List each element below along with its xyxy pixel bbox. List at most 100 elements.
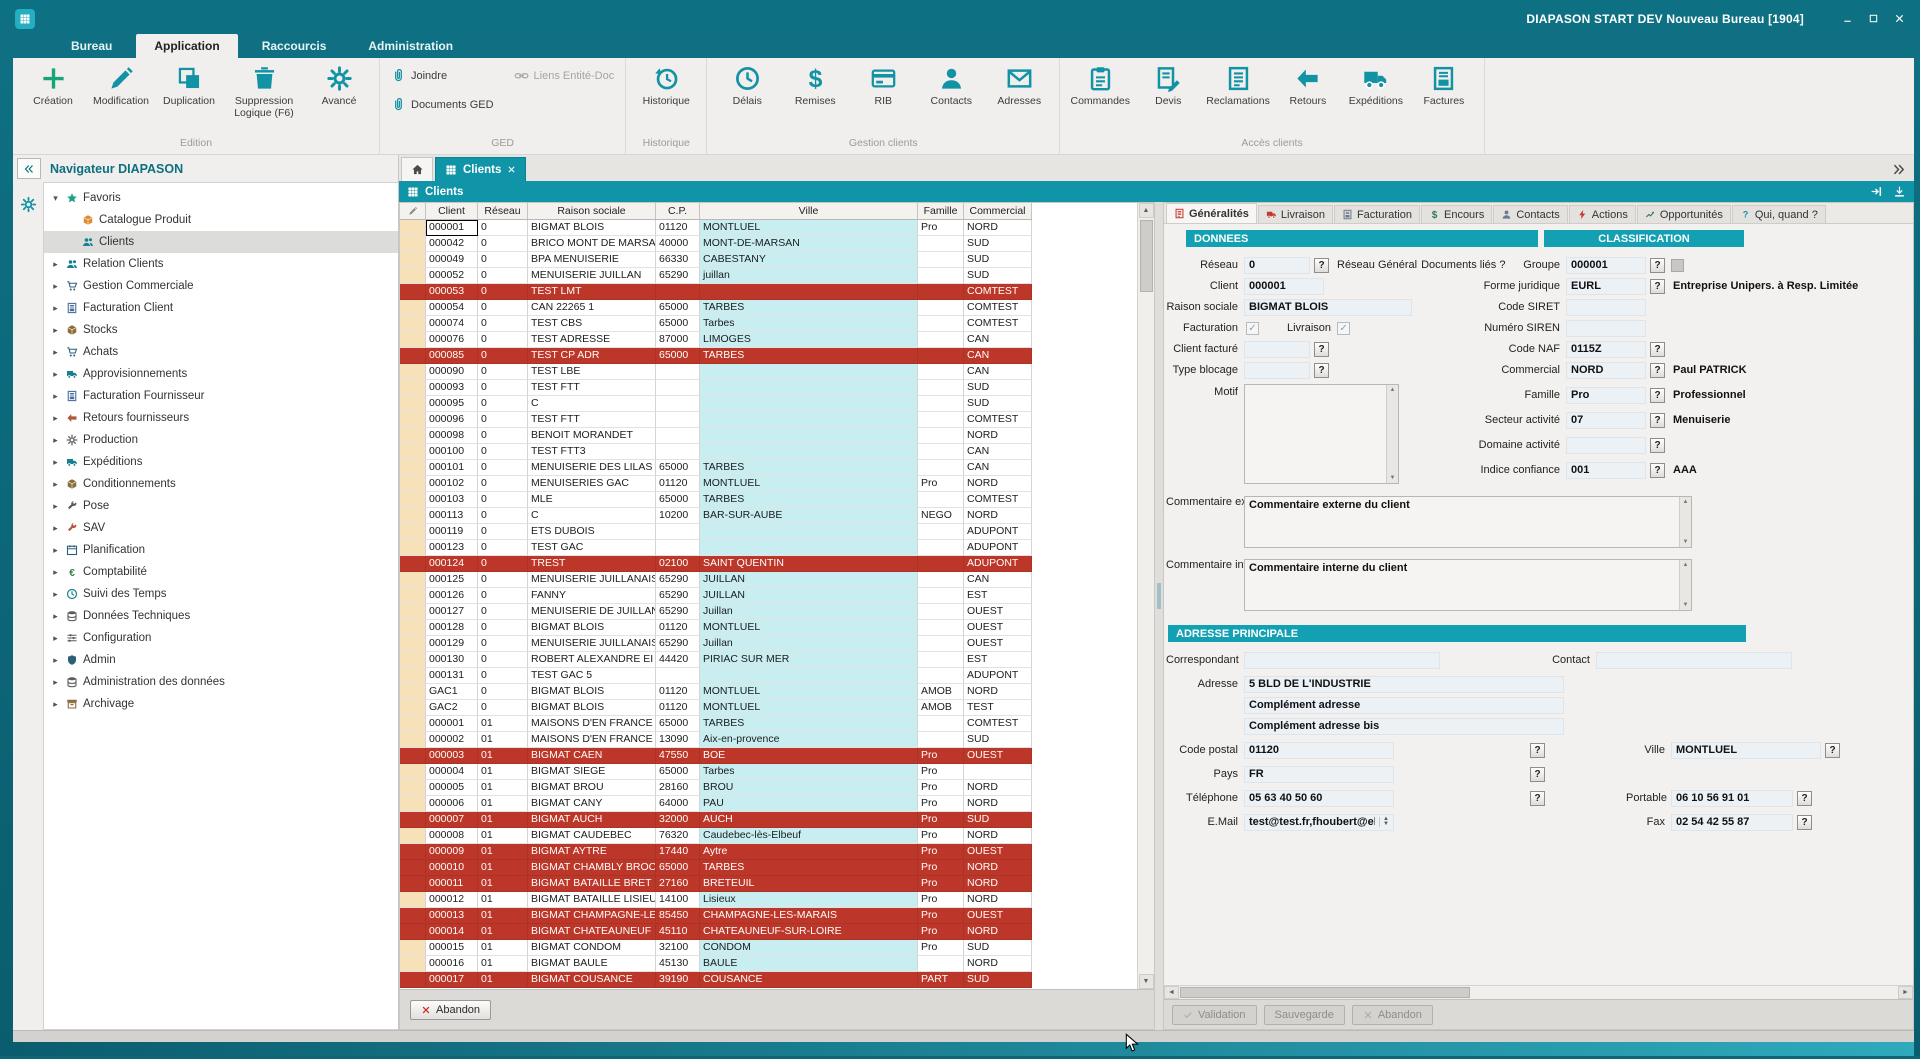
table-row[interactable]: 00000401BIGMAT SIEGE65000TarbesPro xyxy=(400,764,1032,780)
chevron-down-icon[interactable]: ▾ xyxy=(50,193,61,204)
cell-ville[interactable]: AUCH xyxy=(700,812,918,828)
cell-c-p[interactable] xyxy=(656,444,700,460)
sidebar-item-configuration[interactable]: ▸Configuration xyxy=(44,627,398,649)
cell-commercial[interactable]: SUD xyxy=(964,732,1032,748)
sidebar-item-planification[interactable]: ▸Planification xyxy=(44,539,398,561)
column-header-famille[interactable]: Famille xyxy=(918,203,964,219)
cell-client[interactable]: 000102 xyxy=(426,476,478,492)
cell-famille[interactable] xyxy=(918,668,964,684)
cell-famille[interactable] xyxy=(918,252,964,268)
cell-ville[interactable]: MONT-DE-MARSAN xyxy=(700,236,918,252)
cell-reseau[interactable]: 01 xyxy=(478,780,528,796)
commentaire-int-textarea[interactable]: Commentaire interne du client ▲▼ xyxy=(1244,559,1692,611)
cell-commercial[interactable]: NORD xyxy=(964,860,1032,876)
cell-client[interactable]: 000001 xyxy=(426,220,478,236)
cell-ville[interactable] xyxy=(700,668,918,684)
row-marker[interactable] xyxy=(400,956,426,972)
cell-commercial[interactable]: NORD xyxy=(964,956,1032,972)
cell-client[interactable]: 000011 xyxy=(426,876,478,892)
cell-c-p[interactable]: 65000 xyxy=(656,860,700,876)
column-header-c-p[interactable]: C.P. xyxy=(656,203,700,219)
code-siret-field[interactable] xyxy=(1566,299,1646,316)
row-marker[interactable] xyxy=(400,412,426,428)
cell-commercial[interactable]: NORD xyxy=(964,780,1032,796)
cell-c-p[interactable]: 64000 xyxy=(656,796,700,812)
table-row[interactable]: 00000701BIGMAT AUCH32000AUCHProSUD xyxy=(400,812,1032,828)
cell-raison-sociale[interactable]: BIGMAT BLOIS xyxy=(528,684,656,700)
cell-ville[interactable]: Tarbes xyxy=(700,316,918,332)
cell-reseau[interactable]: 0 xyxy=(478,684,528,700)
pane-splitter[interactable] xyxy=(1155,202,1163,1030)
cell-raison-sociale[interactable]: BIGMAT BROU xyxy=(528,780,656,796)
chevron-right-icon[interactable]: ▸ xyxy=(50,589,61,600)
chevron-right-icon[interactable]: ▸ xyxy=(50,281,61,292)
cell-ville[interactable]: Aix-en-provence xyxy=(700,732,918,748)
cell-famille[interactable] xyxy=(918,396,964,412)
cell-client[interactable]: 000074 xyxy=(426,316,478,332)
groupe-field[interactable]: 000001 xyxy=(1566,257,1646,274)
row-marker[interactable] xyxy=(400,284,426,300)
table-row[interactable]: 00000801BIGMAT CAUDEBEC76320Caudebec-lès… xyxy=(400,828,1032,844)
validation-button[interactable]: Validation xyxy=(1172,1005,1257,1025)
ribbon-button-expeditions[interactable]: Expéditions xyxy=(1343,62,1409,107)
cell-reseau[interactable]: 0 xyxy=(478,668,528,684)
settings-gear-icon[interactable] xyxy=(20,196,37,213)
cell-c-p[interactable]: 65290 xyxy=(656,268,700,284)
table-row[interactable]: 0001130C10200BAR-SUR-AUBENEGONORD xyxy=(400,508,1032,524)
row-marker[interactable] xyxy=(400,796,426,812)
sidebar-item-retours-fournisseurs[interactable]: ▸Retours fournisseurs xyxy=(44,407,398,429)
cell-c-p[interactable]: 28160 xyxy=(656,780,700,796)
cell-famille[interactable]: Pro xyxy=(918,940,964,956)
table-row[interactable]: 0000530TEST LMTCOMTEST xyxy=(400,284,1032,300)
cell-client[interactable]: 000006 xyxy=(426,796,478,812)
cell-raison-sociale[interactable]: MAISONS D'EN FRANCE xyxy=(528,716,656,732)
cell-reseau[interactable]: 0 xyxy=(478,412,528,428)
row-marker[interactable] xyxy=(400,236,426,252)
cell-commercial[interactable]: COMTEST xyxy=(964,300,1032,316)
cell-c-p[interactable]: 65290 xyxy=(656,636,700,652)
table-row[interactable]: 00001601BIGMAT BAULE45130BAULENORD xyxy=(400,956,1032,972)
cell-commercial[interactable]: TEST xyxy=(964,700,1032,716)
row-marker[interactable] xyxy=(400,636,426,652)
table-row[interactable]: 0001270MENUISERIE DE JUILLAN65290Juillan… xyxy=(400,604,1032,620)
column-header-ville[interactable]: Ville xyxy=(700,203,918,219)
cell-ville[interactable]: PIRIAC SUR MER xyxy=(700,652,918,668)
portable-help-button[interactable]: ? xyxy=(1797,791,1812,806)
cell-famille[interactable] xyxy=(918,492,964,508)
cell-reseau[interactable]: 0 xyxy=(478,396,528,412)
famille-help-button[interactable]: ? xyxy=(1650,388,1665,403)
cell-raison-sociale[interactable]: TEST ADRESSE xyxy=(528,332,656,348)
table-row[interactable]: 0000010BIGMAT BLOIS01120MONTLUELProNORD xyxy=(400,220,1032,236)
detail-tab-generalites[interactable]: Généralités xyxy=(1166,203,1257,223)
cell-famille[interactable] xyxy=(918,588,964,604)
table-row[interactable]: 0001310TEST GAC 5ADUPONT xyxy=(400,668,1032,684)
ribbon-button-contacts[interactable]: Contacts xyxy=(918,62,984,107)
cell-client[interactable]: 000009 xyxy=(426,844,478,860)
code-naf-help-button[interactable]: ? xyxy=(1650,342,1665,357)
cell-raison-sociale[interactable]: C xyxy=(528,508,656,524)
row-marker[interactable] xyxy=(400,396,426,412)
menu-tab-raccourcis[interactable]: Raccourcis xyxy=(244,34,345,58)
sidebar-item-sav[interactable]: ▸SAV xyxy=(44,517,398,539)
row-marker[interactable] xyxy=(400,876,426,892)
cell-reseau[interactable]: 0 xyxy=(478,460,528,476)
sidebar-item-donnees-techniques[interactable]: ▸Données Techniques xyxy=(44,605,398,627)
reseau-help-button[interactable]: ? xyxy=(1314,258,1329,273)
ribbon-button-adresses[interactable]: Adresses xyxy=(986,62,1052,107)
cell-c-p[interactable]: 13090 xyxy=(656,732,700,748)
cell-raison-sociale[interactable]: TEST GAC xyxy=(528,540,656,556)
cell-raison-sociale[interactable]: BIGMAT AUCH xyxy=(528,812,656,828)
cell-ville[interactable] xyxy=(700,428,918,444)
cell-raison-sociale[interactable]: FANNY xyxy=(528,588,656,604)
menu-tab-application[interactable]: Application xyxy=(136,34,237,58)
cell-c-p[interactable] xyxy=(656,428,700,444)
cell-client[interactable]: 000126 xyxy=(426,588,478,604)
cell-reseau[interactable]: 0 xyxy=(478,700,528,716)
table-vertical-scrollbar[interactable]: ▲ ▼ xyxy=(1137,203,1154,989)
detail-tab-livraison[interactable]: Livraison xyxy=(1258,205,1333,223)
row-marker[interactable] xyxy=(400,572,426,588)
cell-famille[interactable]: Pro xyxy=(918,476,964,492)
cell-famille[interactable]: Pro xyxy=(918,892,964,908)
cell-c-p[interactable] xyxy=(656,396,700,412)
cell-raison-sociale[interactable]: CAN 22265 1 xyxy=(528,300,656,316)
